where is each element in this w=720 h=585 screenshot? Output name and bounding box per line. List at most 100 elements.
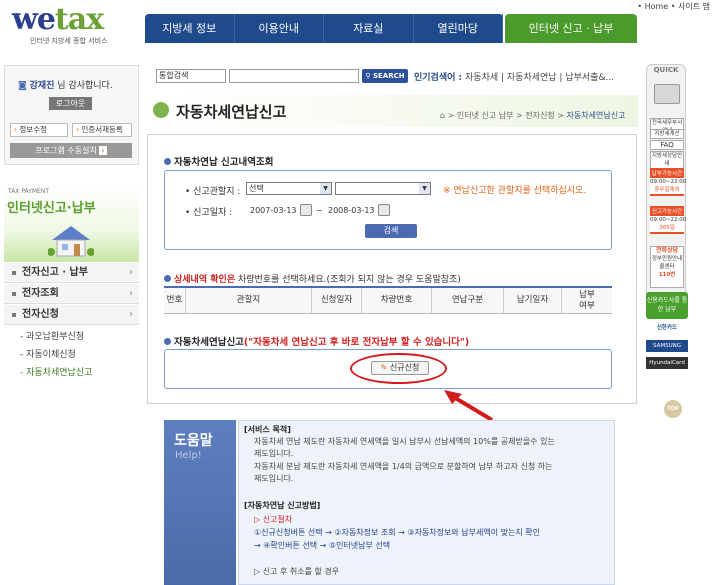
search-icon: ⚲ [365,72,373,80]
gnb-item-forum[interactable]: 열린마당 [414,14,503,43]
filing-hours-box: 신고가능시간 09:00~22:00 365일 [650,206,687,234]
samsung-card-logo[interactable]: SAMSUNG CARD [646,340,688,361]
lnb-electronic-filing[interactable]: 전자신고 · 납부 › [4,263,139,283]
lnb-label: 전자신고 · 납부 [22,267,88,278]
office-select-2[interactable] [335,182,431,195]
top-links[interactable]: • Home • 사이트 맵 [637,1,710,12]
gnb-item-info[interactable]: 지방세 정보 [145,14,235,43]
popular-items[interactable]: 자동차세 | 자동차세연납 | 납부서출&... [465,73,614,83]
help-line: 자동차세 분납 제도란 자동차세 연세액을 1/4의 금액으로 분할하여 납부 … [254,462,553,471]
banner-title: 인터넷신고·납부 [7,201,96,216]
search-button-label: SEARCH [372,72,405,80]
payment-hours-box: 납부가능시간 09:00~22:00 휴무일제외 [650,168,686,196]
help-line: ①신규신청버튼 선택 → ②자동차정보 조회 → ③자동차정보와 납부세액이 맞… [254,528,540,537]
filing-hours-note: 365일 [650,224,684,232]
help-title: 도움말 [174,433,213,449]
lnb-sub-refund[interactable]: 과오납환부신청 [20,329,84,342]
printer-icon[interactable] [654,84,680,104]
lnb-electronic-inquiry[interactable]: 전자조회 › [4,284,139,304]
lnb-sub-annual-car-tax[interactable]: 자동차세연납신고 [20,365,92,378]
date-separator: ~ [316,206,323,215]
leaf-icon [153,102,169,118]
search-scope-select[interactable]: 통합검색 [156,69,226,83]
wetax-logo[interactable]: wetax 인터넷 지방세 종합 서비스 [12,4,137,48]
user-icon: ◙ [18,81,30,91]
inquiry-search-button[interactable]: 검색 [365,224,417,238]
breadcrumb-current: 자동차세연납신고 [566,111,626,120]
help-line: → ④확인버튼 선택 → ⑤인터넷납부 선택 [254,541,391,550]
lnb-sub-autopay[interactable]: 자동이체신청 [20,347,76,360]
user-name: 강재진 [29,81,55,91]
breadcrumb: ⌂ > 인터넷 신고 납부 > 전자신청 > 자동차세연납신고 [440,111,626,120]
breadcrumb-item[interactable]: 전자신청 [525,111,554,120]
detail-help-red: 상세내역 확인은 [174,275,236,285]
banner-small-text: TAX PAYMENT [8,188,49,195]
cert-register-button[interactable]: › 인증서재등록 [72,123,132,137]
office-label: 신고관할지 : [185,184,240,197]
home-icon[interactable]: ⌂ [440,111,445,120]
arrow-icon: › [99,146,107,155]
new-application-button[interactable]: 신규신청 [371,361,429,375]
calendar-icon[interactable] [300,204,312,216]
gnb-item-internet-filing[interactable]: 인터넷 신고 · 납부 [505,14,637,43]
help-title-en: Help! [175,450,202,461]
section-apply-note: ("자동차세 연납신고 후 바로 전자납부 할 수 있습니다") [243,337,470,348]
col-office: 관할지 [186,288,312,313]
scroll-top-button[interactable]: TOP [664,400,682,418]
popular-label: 인기검색어 : [414,73,463,83]
filing-hours-title: 신고가능시간 [651,209,683,215]
date-label: 신고일자 : [185,205,232,218]
cert-register-label: 인증서재등록 [81,125,123,134]
counsel-title: 전화상담 [655,247,679,254]
col-due: 납기일자 [504,288,562,313]
counsel-line: 정부민원안내 [651,256,683,262]
section-apply-title: 자동차세연납신고("자동차세 연납신고 후 바로 전자납부 할 수 있습니다") [164,334,469,348]
hyundai-card-logo[interactable]: HyundaiCard [646,357,688,369]
col-paid: 납부 여부 [579,289,595,311]
filing-hours-time: 09:00~22:00 [650,216,687,224]
greeting-text: 님 감사합니다. [54,81,113,91]
help-line: ▷ 신고절차 [254,515,293,524]
quick-link[interactable]: 지방세상담안내 [650,151,684,169]
col-no: 번호 [164,288,186,313]
section-inquiry-title: 자동차연납 신고내역조회 [164,154,273,168]
info-edit-button[interactable]: › 정보수정 [10,123,68,137]
calendar-icon[interactable] [378,204,390,216]
user-greeting: ◙ 강재진 님 감사합니다. [18,78,113,91]
lnb-label: 전자조회 [22,288,59,299]
help-line: 제도입니다. [254,474,294,483]
logout-button[interactable]: 로그아웃 [49,97,92,110]
help-header: 도움말 Help! [164,420,236,585]
logo-we: we [12,2,56,37]
col-type: 연납구분 [432,288,504,313]
chevron-right-icon: › [129,267,133,278]
gnb-item-library[interactable]: 자료실 [324,14,414,43]
date-to[interactable]: 2008-03-13 [328,206,375,215]
search-button[interactable]: ⚲ SEARCH [362,69,408,83]
office-notice: ※ 연납신고한 관할지를 선택하십시오. [443,186,587,196]
logo-tax: tax [54,2,104,37]
col-car-no: 차량번호 [362,288,432,313]
breadcrumb-item[interactable]: 인터넷 신고 납부 [457,111,514,120]
quick-link-faq[interactable]: FAQ [650,140,684,150]
office-select-1[interactable]: 선택 [246,182,332,195]
program-install-button[interactable]: 프로그램 수동설치 › [10,143,132,158]
help-line: [자동차연납 신고방법] [244,501,321,510]
section-apply-label: 자동차세연납신고 [174,337,244,348]
search-input[interactable] [229,69,359,83]
program-install-label: 프로그램 수동설치 [35,146,97,155]
help-line: ▷ 신고 후 취소를 할 경우 [254,567,340,576]
lnb-electronic-application[interactable]: 전자신청 › [4,305,139,325]
quick-link[interactable]: 지방세계산 [650,129,684,139]
help-line: 자동차세 연납 제도란 자동차세 연세액을 일시 납부시 선납세액의 10%를 … [254,437,555,446]
global-nav: 지방세 정보 이용안내 자료실 열린마당 [145,14,503,43]
shinhan-card-logo[interactable]: 신한카드 [646,322,688,334]
col-date: 신청일자 [312,288,362,313]
chevron-right-icon: › [129,288,133,299]
phone-counsel-box[interactable]: 전화상담 정부민원안내 콜센터 110번 [650,246,684,288]
card-payment-banner[interactable]: 신용카드사를 통한 납부 [646,292,688,319]
info-edit-label: 정보수정 [19,125,47,134]
popular-keywords: 인기검색어 : 자동차세 | 자동차세연납 | 납부서출&... [414,70,614,83]
date-from[interactable]: 2007-03-13 [250,206,297,215]
gnb-item-guide[interactable]: 이용안내 [235,14,324,43]
